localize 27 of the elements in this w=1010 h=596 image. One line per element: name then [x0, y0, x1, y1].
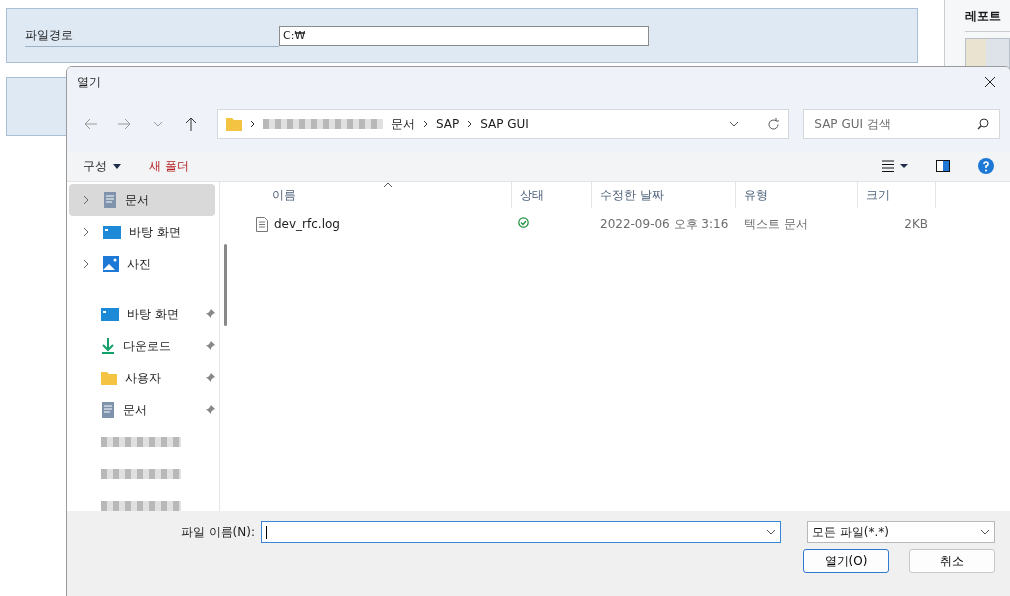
toolbar-button[interactable]: 새 폴더	[149, 157, 189, 175]
path-field[interactable]: C:₩	[279, 25, 649, 46]
window-title: 열기	[77, 73, 101, 91]
nav-item[interactable]: 바탕 화면	[69, 298, 215, 330]
address-bar[interactable]: 문서 SAP SAP GUI	[216, 109, 790, 139]
toolbar-button[interactable]: 구성	[83, 157, 121, 175]
breadcrumb[interactable]: SAP	[435, 117, 460, 131]
type-cell-text: 텍스트 문서	[743, 215, 809, 233]
search-field[interactable]: SAP GUI 검색	[803, 109, 1000, 139]
nav-item[interactable]: 사용자	[69, 362, 215, 394]
cancel-button[interactable]: 취소	[909, 549, 995, 573]
filename-label: 파일 이름(N):	[180, 523, 255, 541]
file-type-dropdown[interactable]: 모든 파일(*.*)	[807, 521, 995, 543]
nav-item[interactable]: 문서	[69, 184, 215, 216]
size-cell-text: 2KB	[903, 217, 928, 231]
open-button[interactable]: 열기(O)	[803, 549, 889, 573]
nav-item[interactable]: 문서	[69, 394, 215, 426]
nav-item[interactable]: 바탕 화면	[69, 216, 215, 248]
nav-item[interactable]: 다운로드	[69, 330, 215, 362]
date-cell-text: 2022-09-06 오후 3:16	[599, 215, 730, 233]
file-row[interactable]: dev_rfc.log 2022-09-06 오후 3:16 텍스트 문서 2KB	[236, 208, 1010, 240]
field-label: 파일경로	[25, 24, 279, 47]
breadcrumb[interactable]: SAP GUI	[480, 117, 529, 131]
section-title: 레포트	[965, 8, 1010, 32]
breadcrumb[interactable]: 문서	[390, 115, 415, 133]
file-name: dev_rfc.log	[274, 217, 340, 231]
nav-item[interactable]: 사진	[69, 248, 215, 280]
